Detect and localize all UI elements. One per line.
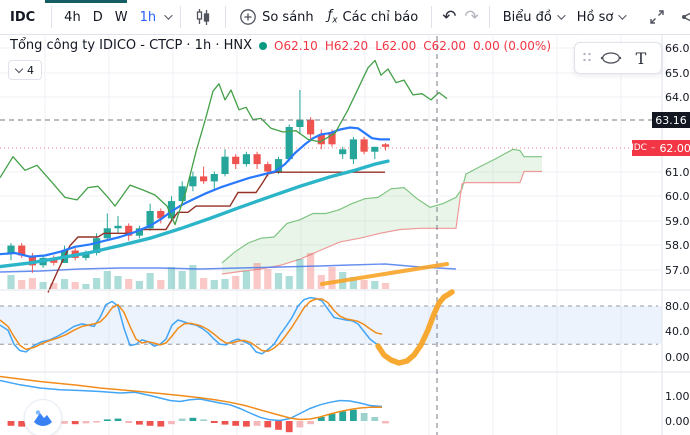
price-tick: 60.00	[665, 190, 690, 203]
collapsed-count: 4	[27, 63, 34, 77]
price-tick: 57.00	[665, 264, 690, 277]
text-tool-button[interactable]: T	[626, 45, 656, 71]
price-tick: 65.00	[665, 67, 690, 80]
chart-type-button[interactable]	[187, 3, 219, 31]
price-tick: 0.00	[665, 415, 690, 428]
indicators-label: Các chỉ báo	[342, 9, 419, 25]
price-tick: 61.00	[665, 166, 690, 179]
price-tick: 40.00	[665, 325, 690, 338]
toolbar-separator	[180, 6, 182, 28]
last-price-label: IDC – 62.00	[631, 140, 690, 156]
market-status-dot-icon	[259, 41, 267, 50]
fullscreen-button[interactable]	[641, 3, 673, 31]
drag-handle[interactable]	[582, 51, 592, 65]
indicators-button[interactable]: ƒx Các chỉ báo	[321, 3, 426, 31]
open-value: O62.10	[274, 38, 318, 53]
chevron-down-icon	[618, 11, 628, 20]
price-tick: 1.00	[665, 390, 690, 403]
mountain-logo-icon	[34, 410, 52, 426]
plus-circle-icon	[240, 9, 256, 25]
low-value: L62.00	[375, 38, 417, 53]
toolbar-separator	[488, 6, 490, 28]
toolbar-separator	[51, 6, 53, 28]
timeframe-4h[interactable]: 4h	[58, 10, 87, 25]
profile-menu-button[interactable]: Hồ sơ	[570, 3, 632, 31]
price-tick: 0.00	[665, 351, 690, 364]
price-tick: 64.00	[665, 91, 690, 104]
chart-menu-label: Biểu đồ	[502, 9, 552, 25]
symbol-legend: Tổng công ty IDICO - CTCP · 1h · HNX O62…	[10, 38, 551, 53]
last-price-tag: IDC	[631, 143, 647, 153]
symbol-button[interactable]: IDC	[0, 10, 45, 25]
price-tick: 58.00	[665, 239, 690, 252]
timeframe-1h[interactable]: 1h	[134, 10, 163, 25]
ellipse-tool-button[interactable]	[596, 45, 626, 71]
trading-app: IDC 4h D W 1h So sánh ƒx Các chỉ báo ↶ ↷…	[0, 0, 690, 435]
last-price-value: 62.00	[659, 141, 690, 155]
profile-menu-label: Hồ sơ	[576, 9, 614, 25]
crosshair-price-label: 63.16	[652, 112, 690, 128]
change-value: 0.00 (0.00%)	[472, 38, 552, 53]
compare-button[interactable]: So sánh	[232, 3, 321, 31]
chevron-down-icon[interactable]	[164, 11, 173, 20]
chart-menu-button[interactable]: Biểu đồ	[496, 3, 570, 31]
price-tick: 66.00	[665, 42, 690, 55]
toolbar-separator	[431, 6, 433, 28]
price-tick: 59.00	[665, 215, 690, 228]
floating-draw-toolbar: T	[574, 42, 662, 74]
chevron-down-icon	[14, 64, 24, 73]
share-icon	[682, 12, 690, 22]
undo-icon[interactable]: ↶	[438, 7, 460, 27]
share-button[interactable]	[673, 3, 690, 31]
broker-logo	[24, 399, 62, 435]
chevron-down-icon	[556, 11, 566, 20]
candlestick-icon	[196, 9, 210, 25]
toolbar-separator	[225, 6, 227, 28]
symbol-title[interactable]: Tổng công ty IDICO - CTCP · 1h · HNX	[10, 38, 252, 53]
loading-strip	[45, 0, 127, 3]
close-value: C62.00	[423, 38, 466, 53]
indicators-collapse-button[interactable]: 4	[8, 60, 42, 80]
fx-icon: ƒx	[327, 8, 338, 26]
ellipse-icon	[600, 52, 622, 64]
ohlc-values: O62.10 H62.20 L62.00 C62.00 0.00 (0.00%)	[274, 39, 551, 53]
price-tick: 80.00	[665, 300, 690, 313]
redo-icon[interactable]: ↷	[460, 7, 482, 27]
top-toolbar: IDC 4h D W 1h So sánh ƒx Các chỉ báo ↶ ↷…	[0, 0, 690, 35]
timeframe-1d[interactable]: D	[87, 10, 109, 25]
crosshair-price-value: 63.16	[655, 113, 687, 127]
compare-label: So sánh	[262, 9, 314, 25]
text-tool-icon: T	[635, 48, 647, 68]
last-price-separator: –	[650, 143, 656, 153]
fullscreen-icon	[650, 10, 664, 24]
high-value: H62.20	[324, 38, 369, 53]
timeframe-1w[interactable]: W	[109, 10, 134, 25]
